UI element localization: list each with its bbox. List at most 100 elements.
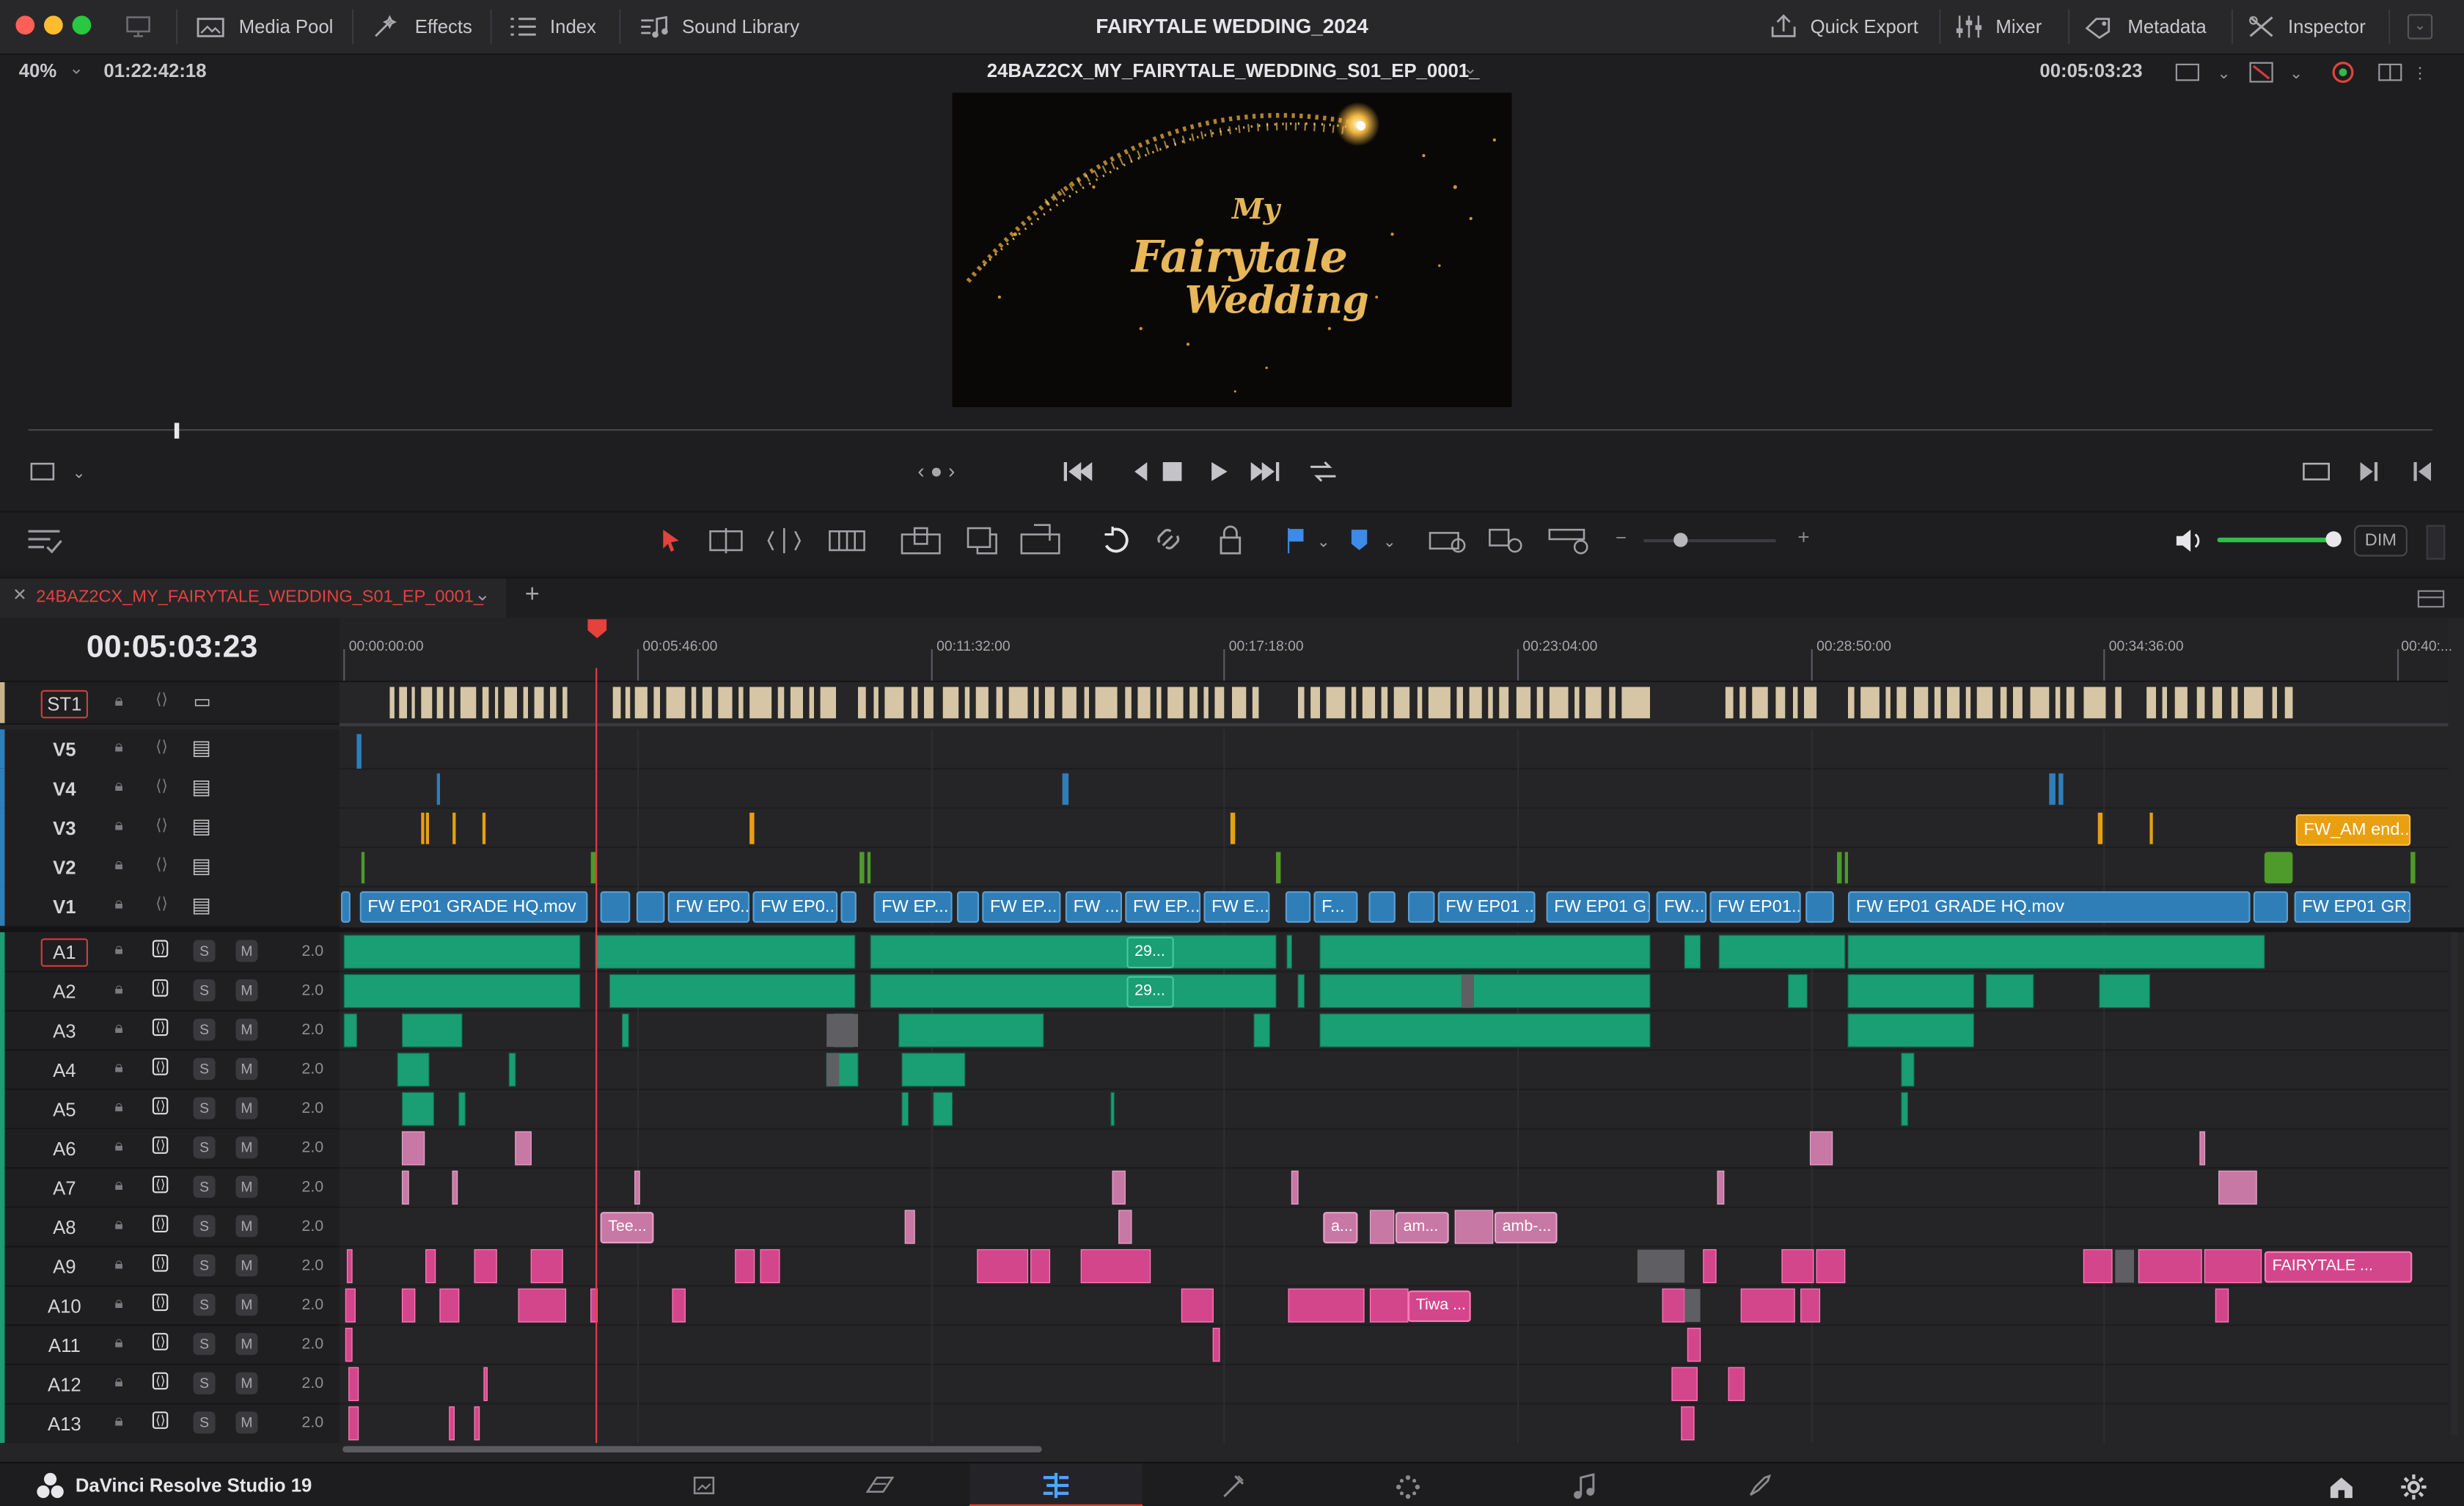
mute-button[interactable]: M [235,1175,258,1198]
lock-icon[interactable]: 🔒︎ [114,896,122,913]
playhead-handle-icon[interactable] [586,618,608,640]
edit-page-tab[interactable] [969,1463,1143,1506]
jog-control[interactable]: ‹ ● › [917,459,955,483]
v1-clip[interactable] [341,891,351,923]
lock-icon[interactable]: 🔒︎ [114,778,122,796]
track-header-a10[interactable]: A10 🔒︎ ⟨⟩ S M 2.0 [0,1286,340,1326]
timeline-view-options-icon[interactable] [2417,588,2449,610]
track-header-v1[interactable]: V1 🔒︎ ⟨⟩ ▤ [0,886,340,928]
metadata-button[interactable]: Metadata [2083,0,2207,54]
sound-library-button[interactable]: Sound Library [638,0,799,54]
subtitle-track-lane[interactable] [339,682,2449,726]
speaker-icon[interactable] [2174,525,2205,557]
v3-end-clip[interactable]: FW_AM end... [2295,814,2411,846]
v1-clip[interactable]: FW EP01 GR... [2294,891,2411,923]
volume-slider-handle[interactable] [2325,531,2342,547]
film-icon[interactable]: ▤ [191,893,210,918]
flag-marker-tools[interactable]: ⌄ ⌄ [1283,525,1408,557]
zoom-slider-handle[interactable] [1673,533,1688,547]
audio-lanes[interactable]: 29... 29... Tee... a... am... amb-... FA… [339,932,2449,1444]
lock-icon[interactable]: 🔒︎ [114,1099,122,1116]
quick-export-button[interactable]: Quick Export [1770,0,1918,54]
v1-clip[interactable]: FW... [1656,891,1707,923]
viewer-right-controls[interactable] [2300,459,2442,484]
film-icon[interactable]: ▤ [191,814,210,839]
timeline-playhead[interactable] [595,668,598,1444]
mute-button[interactable]: M [235,940,258,962]
mute-button[interactable]: M [235,1136,258,1159]
film-icon[interactable]: ▤ [191,736,210,761]
auto-track-select-icon[interactable]: ⟨⟩ [152,1136,169,1154]
workspace-icon[interactable] [125,0,150,54]
vertical-scrollbar[interactable] [2451,932,2458,1436]
v1-clip[interactable]: FW EP... [982,891,1061,923]
dim-button[interactable]: DIM [2354,524,2408,557]
solo-button[interactable]: S [193,1293,216,1316]
track-header-a11[interactable]: A11 🔒︎ ⟨⟩ S M 2.0 [0,1325,340,1364]
lock-icon[interactable]: 🔒︎ [114,817,122,835]
edit-mode-tools[interactable] [657,525,877,557]
effects-button[interactable]: Effects [371,0,472,54]
v1-clip[interactable] [1805,891,1834,923]
auto-track-select-icon[interactable]: ⟨⟩ [152,1215,169,1232]
track-header-a3[interactable]: A3 🔒︎ ⟨⟩ S M 2.0 [0,1011,340,1050]
auto-track-select-icon[interactable]: ⟨⟩ [152,1097,169,1115]
v1-clip[interactable]: FW EP... [873,891,953,923]
v1-clip[interactable] [1368,891,1396,923]
lock-icon[interactable]: 🔒︎ [114,981,122,998]
auto-track-select-icon[interactable]: ⟨⟩ [155,896,168,913]
auto-track-select-icon[interactable]: ⟨⟩ [152,1175,169,1194]
v1-clip[interactable] [1408,891,1435,923]
lock-icon[interactable]: 🔒︎ [114,1413,122,1430]
inspector-button[interactable]: Inspector [2247,0,2366,54]
solo-button[interactable]: S [193,1215,216,1238]
subtitle-icon[interactable]: ▭ [194,690,211,712]
auto-track-select-icon[interactable]: ⟨⟩ [152,1058,169,1075]
v1-clip[interactable] [840,891,857,923]
settings-gear-icon[interactable] [2399,1473,2428,1502]
lock-icon[interactable]: 🔒︎ [114,857,122,874]
expand-panel-icon[interactable]: ⌄ [2407,14,2433,40]
a2-label-clip[interactable]: 29... [1126,976,1174,1008]
auto-track-select-icon[interactable]: ⟨⟩ [152,1254,169,1272]
zoom-in-button[interactable]: + [1797,525,1809,549]
track-header-a12[interactable]: A12 🔒︎ ⟨⟩ S M 2.0 [0,1364,340,1404]
track-header-a8[interactable]: A8 🔒︎ ⟨⟩ S M 2.0 [0,1207,340,1247]
v1-clip[interactable]: FW EP01 ... [1437,891,1536,923]
a8-label-clip[interactable]: amb-... [1494,1212,1558,1243]
v1-clip[interactable]: F... [1313,891,1358,923]
a8-label-clip[interactable]: a... [1323,1212,1358,1243]
mute-button[interactable]: M [235,1372,258,1394]
v1-clip[interactable]: FW EP0... [752,891,838,923]
index-button[interactable]: Index [509,0,596,54]
viewer-options-icons[interactable]: ⌄ ⌄ ⋮ [2175,62,2427,87]
track-header-a13[interactable]: A13 🔒︎ ⟨⟩ S M 2.0 [0,1404,340,1444]
cut-page-icon[interactable] [865,1473,896,1498]
color-page-icon[interactable] [1394,1473,1423,1502]
mute-button[interactable]: M [235,1333,258,1356]
close-tab-icon[interactable]: ✕ [12,585,27,605]
auto-track-select-icon[interactable]: ⟨⟩ [155,817,168,835]
solo-button[interactable]: S [193,1175,216,1198]
media-pool-button[interactable]: Media Pool [195,0,333,54]
viewer-zoom[interactable]: 40% [19,59,56,81]
volume-slider[interactable] [2217,537,2334,543]
solo-button[interactable]: S [193,940,216,962]
video-lanes[interactable]: FW_AM end... FW EP01 GRADE HQ.mov FW EP0… [339,729,2449,926]
a9-label-clip[interactable]: FAIRYTALE ... [2264,1251,2413,1283]
zoom-out-button[interactable]: − [1616,527,1627,549]
solo-button[interactable]: S [193,1058,216,1081]
edit-functions[interactable] [899,522,1072,559]
close-window-button[interactable] [15,15,35,35]
solo-button[interactable]: S [193,1411,216,1434]
viewer-scrubber[interactable] [28,429,2433,431]
track-header-v4[interactable]: V4 🔒︎ ⟨⟩ ▤ [0,768,340,810]
lock-icon[interactable]: 🔒︎ [114,1177,122,1195]
mute-button[interactable]: M [235,1097,258,1119]
viewer-playhead[interactable] [174,423,180,439]
timeline-ruler[interactable]: 00:00:00:00 00:05:46:00 00:11:32:00 00:1… [339,618,2452,682]
v1-clip[interactable] [600,891,631,923]
v1-clip[interactable]: FW EP01 G... [1546,891,1650,923]
timeline-name-dropdown[interactable]: 24BAZ2CX_MY_FAIRYTALE_WEDDING_S01_EP_000… [987,59,1480,81]
home-icon[interactable] [2328,1473,2356,1502]
